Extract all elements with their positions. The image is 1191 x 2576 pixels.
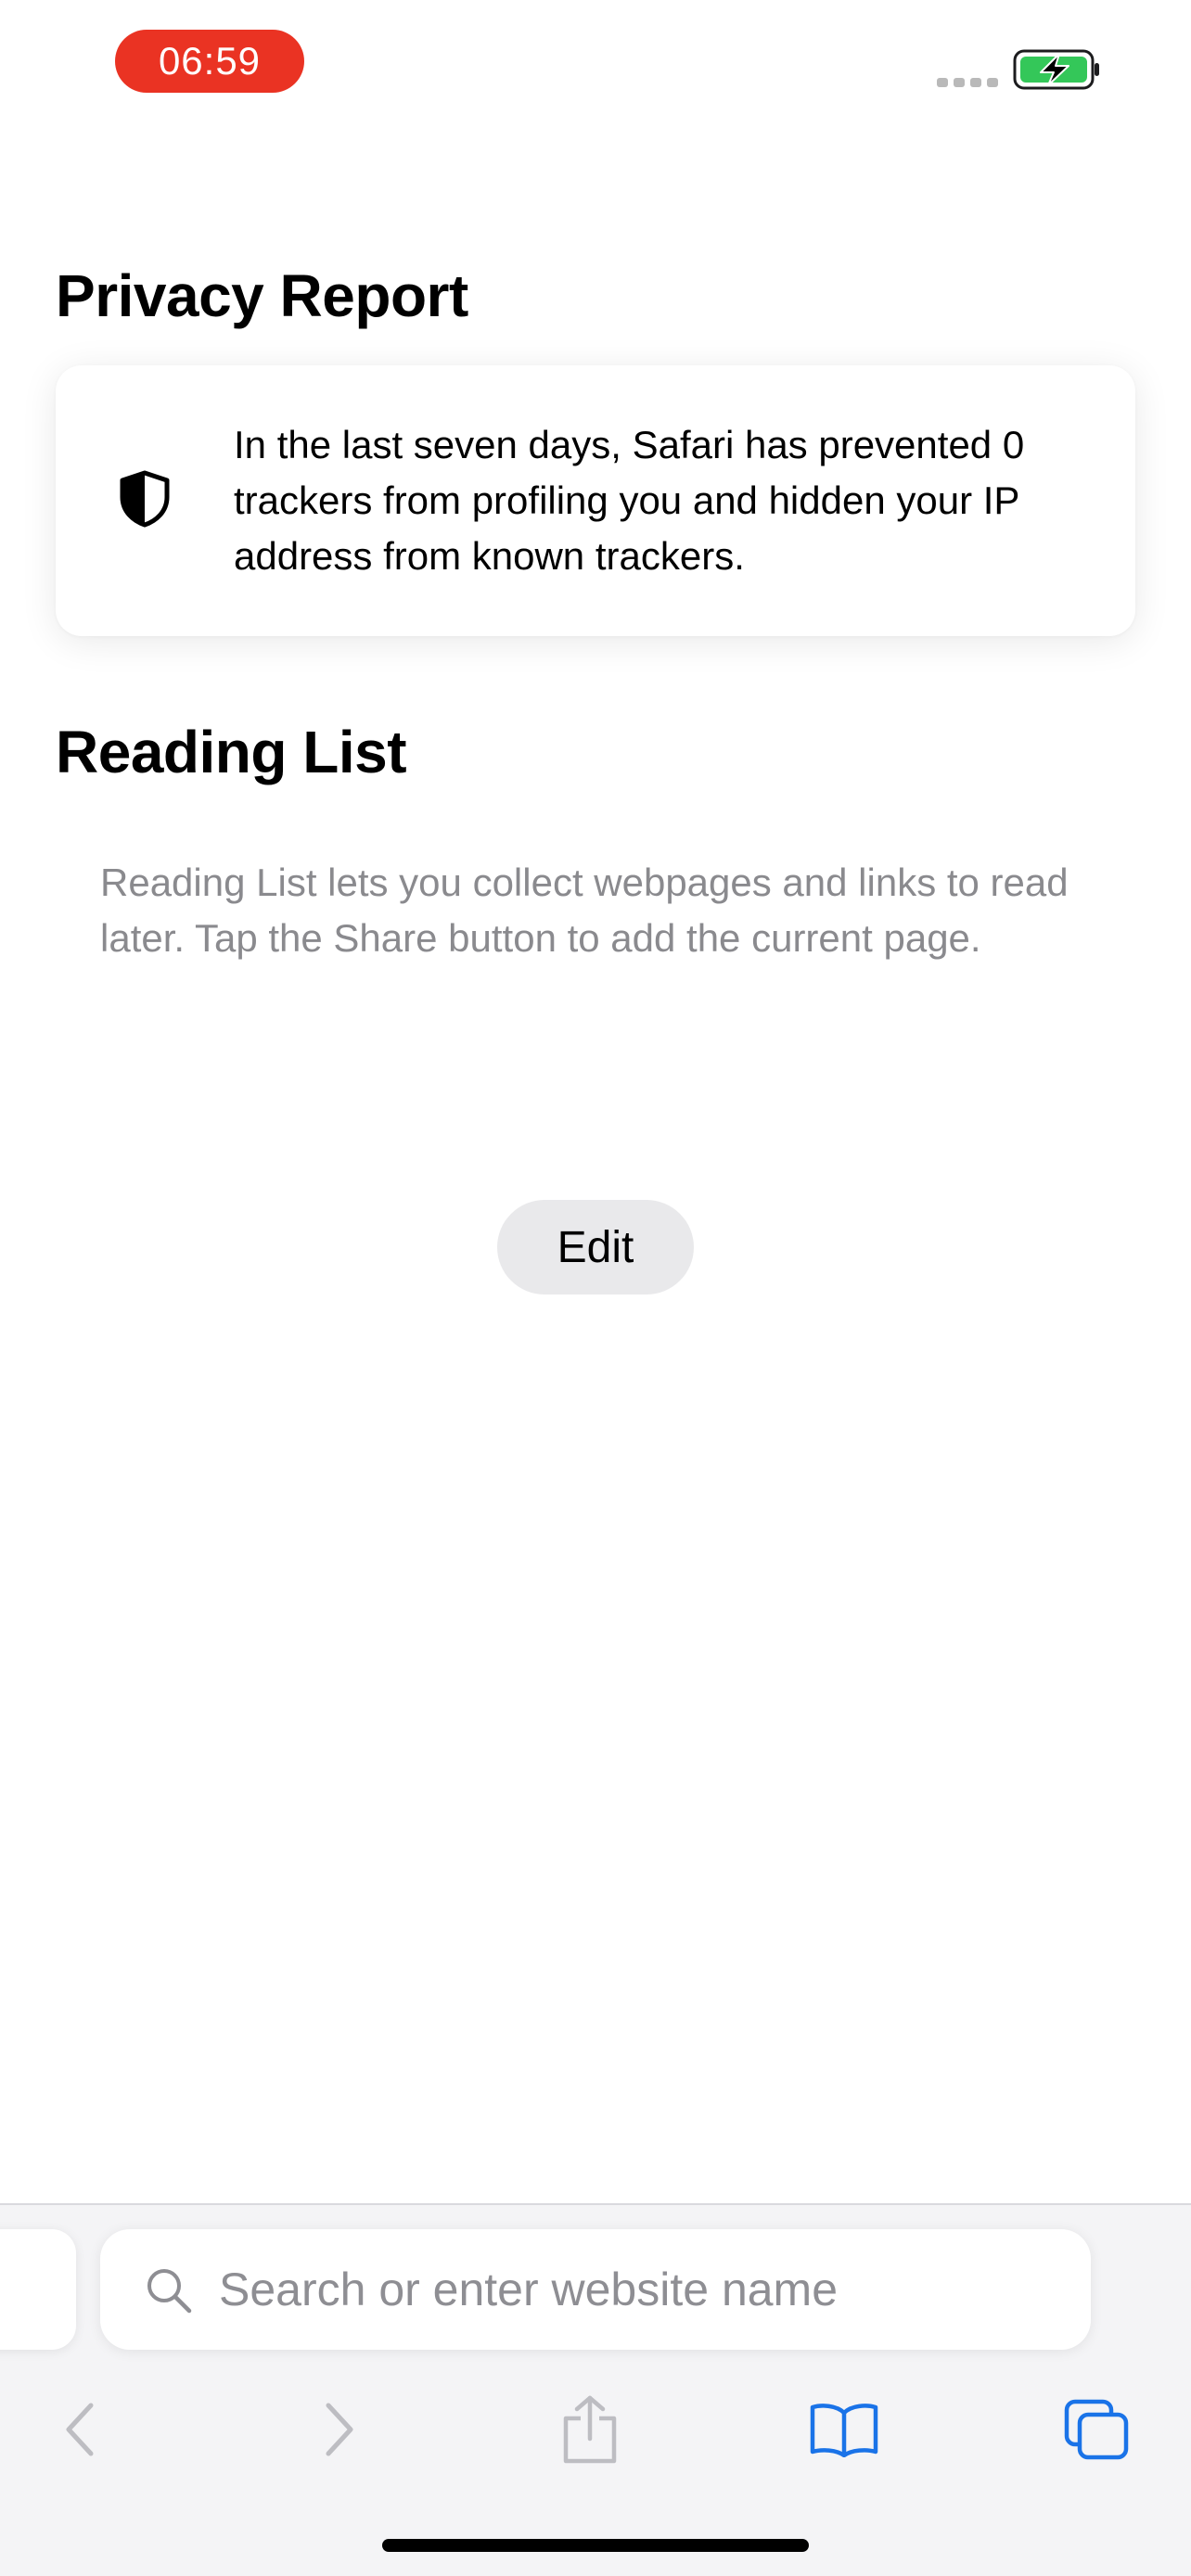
chevron-left-icon — [66, 2403, 94, 2456]
battery-charging-icon — [1013, 49, 1099, 90]
tabs-icon — [1064, 2399, 1129, 2460]
privacy-report-card[interactable]: In the last seven days, Safari has preve… — [56, 365, 1135, 636]
share-button[interactable] — [544, 2383, 636, 2476]
previous-tab-address-bar[interactable] — [0, 2229, 76, 2350]
forward-button[interactable] — [293, 2383, 386, 2476]
safari-start-page: 06:59 Privacy Report In the last seven d… — [0, 0, 1191, 2576]
back-button[interactable] — [33, 2383, 126, 2476]
tabs-button[interactable] — [1050, 2383, 1143, 2476]
bookmarks-button[interactable] — [798, 2383, 890, 2476]
search-icon — [147, 2269, 192, 2314]
share-icon — [563, 2395, 617, 2464]
privacy-report-title: Privacy Report — [56, 262, 468, 329]
book-icon — [810, 2404, 878, 2457]
chevron-right-icon — [326, 2403, 353, 2456]
address-input[interactable] — [217, 2251, 1052, 2327]
address-bar[interactable] — [100, 2229, 1091, 2350]
edit-button[interactable]: Edit — [497, 1200, 694, 1294]
reading-list-title: Reading List — [56, 719, 407, 785]
home-indicator[interactable] — [382, 2539, 809, 2552]
shield-icon — [120, 470, 170, 528]
status-bar-time[interactable]: 06:59 — [115, 30, 304, 93]
reading-list-empty-message: Reading List lets you collect webpages a… — [100, 861, 1069, 960]
signal-icon — [937, 78, 998, 87]
privacy-report-description: In the last seven days, Safari has preve… — [234, 423, 1025, 578]
